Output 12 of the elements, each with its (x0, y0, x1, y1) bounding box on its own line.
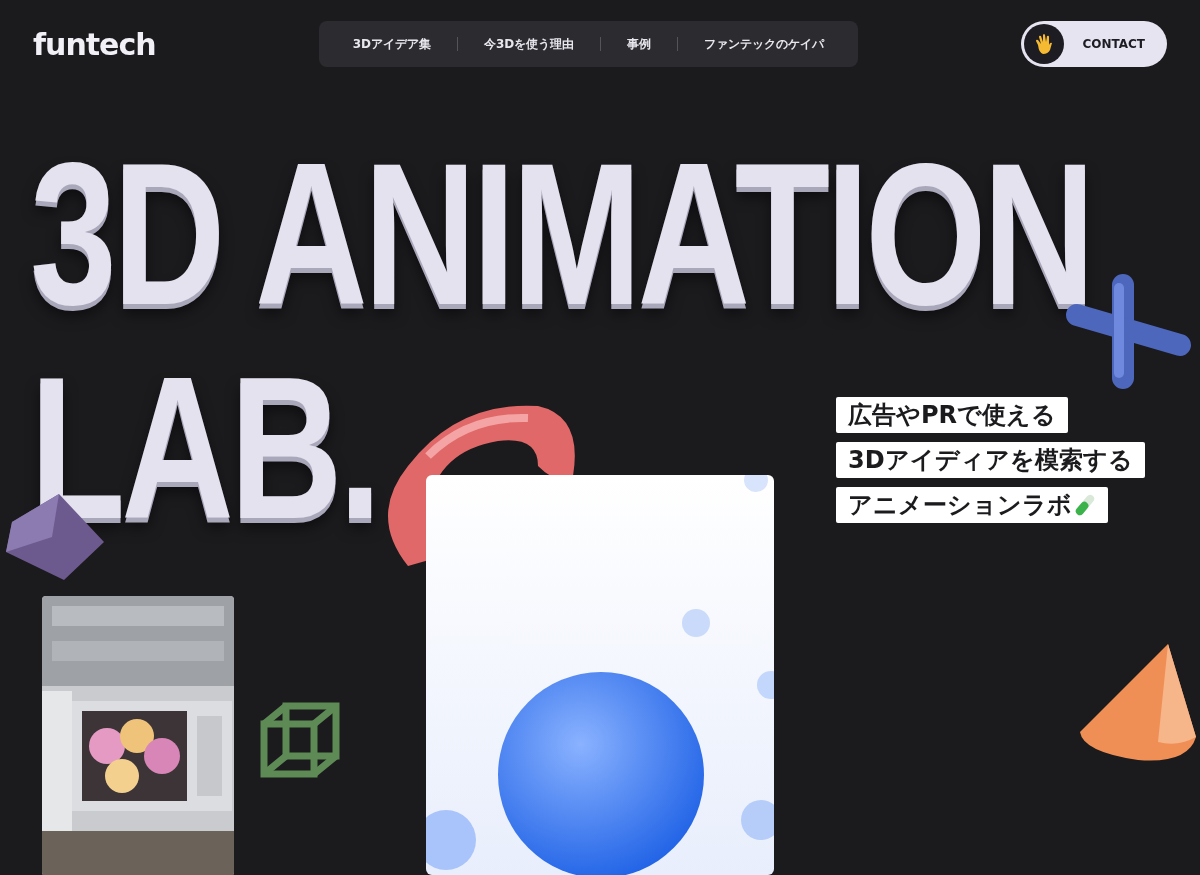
hero-title: 3D ANIMATION (30, 132, 1092, 335)
tagline-text: 広告やPRで使える (836, 397, 1069, 433)
tagline-text: 3Dアイディアを模索する (836, 442, 1145, 478)
waving-hand-icon (1024, 24, 1065, 64)
nav-link[interactable]: ファンテックのケイパ (678, 35, 851, 53)
nav-link[interactable]: 3Dアイデア集 (326, 35, 457, 53)
nav-link[interactable]: 今3Dを使う理由 (458, 35, 601, 53)
tagline-text: アニメーションラボ (836, 487, 1108, 523)
logo[interactable]: funtech (33, 26, 156, 62)
contact-button[interactable]: CONTACT (1021, 21, 1167, 67)
nav-link[interactable]: 事例 (601, 35, 678, 53)
hero-title: LAB. (30, 346, 378, 549)
